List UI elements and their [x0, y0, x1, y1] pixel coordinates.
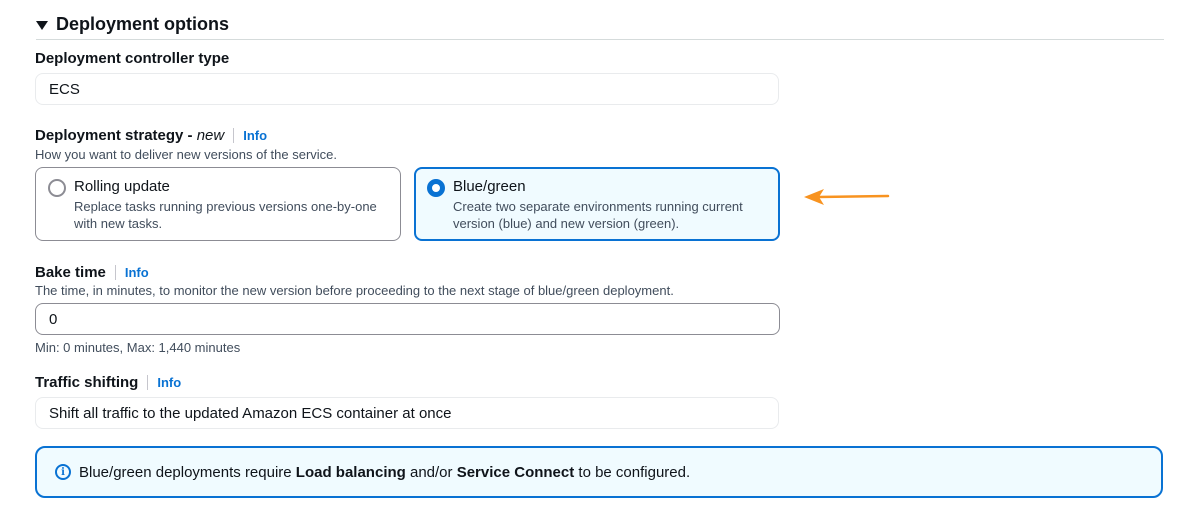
alert-service-connect: Service Connect — [456, 463, 575, 481]
radio-unselected-icon[interactable] — [48, 179, 66, 197]
info-icon: i — [55, 464, 71, 480]
option-title: Blue/green — [453, 178, 526, 195]
option-title: Rolling update — [74, 178, 170, 195]
bake-time-label-row: Bake time Info — [35, 264, 149, 281]
strategy-label-row: Deployment strategy - new Info — [35, 127, 267, 144]
controller-type-field: ECS — [35, 73, 779, 105]
option-description: Replace tasks running previous versions … — [74, 199, 377, 231]
caret-down-icon — [36, 21, 48, 30]
alert-text: and/or — [405, 463, 457, 481]
section-divider — [36, 39, 1164, 40]
strategy-label-text: Deployment strategy - — [35, 127, 197, 144]
bake-time-value: 0 — [49, 310, 58, 328]
bake-time-label: Bake time — [35, 264, 106, 281]
strategy-label-new: new — [196, 127, 225, 144]
alert-message: Blue/green deployments require Load bala… — [79, 464, 690, 481]
traffic-shifting-info-link[interactable]: Info — [147, 375, 181, 390]
bake-time-input[interactable]: 0 — [35, 303, 780, 335]
strategy-description: How you want to deliver new versions of … — [35, 147, 338, 162]
alert-text: Blue/green deployments require — [79, 463, 296, 481]
controller-type-label: Deployment controller type — [35, 50, 230, 67]
bake-time-constraint: Min: 0 minutes, Max: 1,440 minutes — [35, 340, 241, 355]
bake-time-description: The time, in minutes, to monitor the new… — [35, 283, 674, 298]
traffic-shifting-field: Shift all traffic to the updated Amazon … — [35, 397, 779, 429]
info-alert: i Blue/green deployments require Load ba… — [35, 446, 1163, 498]
alert-load-balancing: Load balancing — [295, 463, 406, 481]
option-rolling-update[interactable]: Rolling update Replace tasks running pre… — [35, 167, 401, 241]
radio-selected-icon[interactable] — [427, 179, 445, 197]
deployment-options-header[interactable]: Deployment options — [36, 14, 229, 35]
controller-type-value: ECS — [49, 80, 80, 98]
alert-text: to be configured. — [574, 463, 691, 481]
section-title: Deployment options — [56, 14, 230, 34]
strategy-info-link[interactable]: Info — [233, 128, 267, 143]
traffic-shifting-label: Traffic shifting — [35, 374, 139, 391]
traffic-shifting-label-row: Traffic shifting Info — [35, 374, 181, 391]
bake-time-info-link[interactable]: Info — [114, 265, 149, 280]
annotation-arrow-icon — [804, 189, 890, 205]
option-blue-green[interactable]: Blue/green Create two separate environme… — [414, 167, 780, 241]
option-description: Create two separate environments running… — [453, 199, 743, 231]
traffic-shifting-value: Shift all traffic to the updated Amazon … — [49, 404, 452, 422]
strategy-label: Deployment strategy - new — [35, 127, 224, 144]
